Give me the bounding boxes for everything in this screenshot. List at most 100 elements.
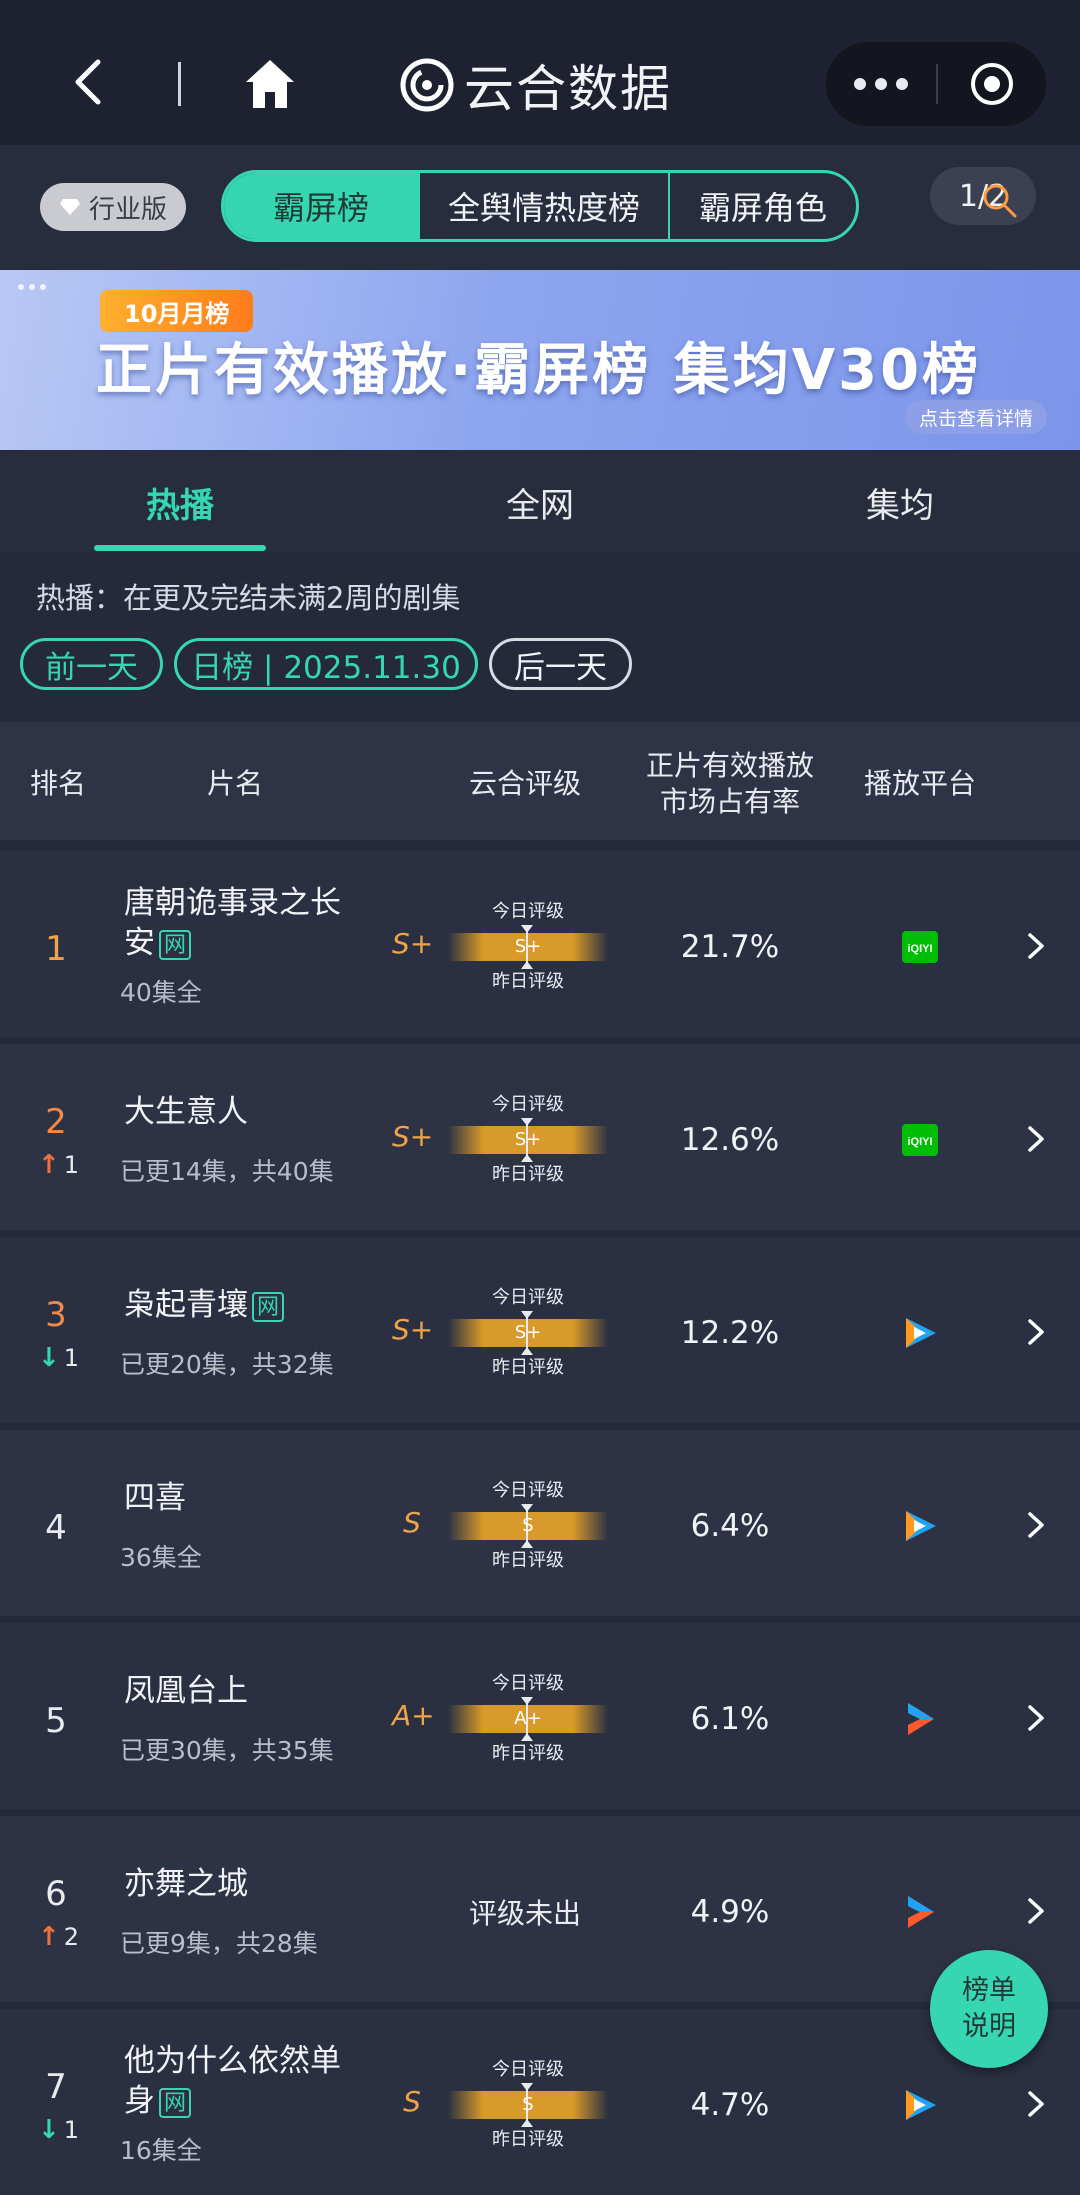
- help-button-line1: 榜单: [962, 1975, 1016, 2006]
- help-button-line2: 说明: [962, 2011, 1016, 2042]
- banner-detail-button[interactable]: 点击查看详情: [905, 400, 1048, 434]
- tencent-platform-icon: [900, 1313, 940, 1353]
- episode-info: 40集全: [120, 978, 202, 1007]
- drama-title[interactable]: 四喜: [124, 1478, 364, 1518]
- date-selector[interactable]: 日榜 | 2025.11.30: [174, 638, 478, 690]
- chevron-left-icon: [75, 59, 101, 105]
- rating-bar-value: S: [522, 2094, 534, 2115]
- rank-number: 3: [45, 1295, 67, 1335]
- drama-title[interactable]: 亦舞之城: [124, 1864, 364, 1904]
- tab-bar: 热播 全网 集均: [0, 450, 1080, 552]
- web-drama-badge: 网: [159, 929, 191, 960]
- header-share-line2: 市场占有率: [659, 785, 800, 818]
- header-rank: 排名: [29, 767, 86, 800]
- table-row[interactable]: 6 ↑ 2 亦舞之城 已更9集，共28集 评级未出 4.9%: [0, 1816, 1080, 2002]
- drama-title-text: 四喜: [124, 1480, 186, 1516]
- segment-dominant-screen[interactable]: 霸屏榜: [224, 173, 418, 239]
- drama-title-text: 凤凰台上: [124, 1673, 248, 1709]
- rating-bar-value: S+: [514, 936, 542, 957]
- mini-program-capsule: [826, 42, 1046, 126]
- drama-title[interactable]: 枭起青壤网: [124, 1285, 364, 1325]
- brand-name: 云合数据: [464, 60, 672, 118]
- iqiyi-platform-icon: iQIYI: [900, 927, 940, 967]
- rating-grade: S+: [392, 1313, 434, 1346]
- target-icon[interactable]: [938, 42, 1046, 126]
- drama-title[interactable]: 大生意人: [124, 1092, 364, 1132]
- rating-comparison: 今日评级 S+ 昨日评级: [448, 1281, 608, 1381]
- rating-grade: S: [403, 2085, 421, 2118]
- table-row[interactable]: 5 凤凰台上 已更30集，共35集 A+ 今日评级 A+ 昨日评级 6.1%: [0, 1623, 1080, 1809]
- arrow-down-icon: ↓: [38, 2115, 60, 2145]
- table-row[interactable]: 7 ↓ 1 他为什么依然单身网 16集全 S 今日评级 S 昨日评级 4.7%: [0, 2009, 1080, 2195]
- tab-active-underline: [94, 545, 266, 551]
- rank-number: 6: [45, 1874, 67, 1914]
- rank-change-value: 1: [63, 1344, 80, 1372]
- tab-all-network[interactable]: 全网: [506, 478, 574, 527]
- episode-info: 已更14集，共40集: [120, 1157, 334, 1186]
- header-share-line1: 正片有效播放: [645, 749, 814, 782]
- rating-comparison: 今日评级 A+ 昨日评级: [448, 1667, 608, 1767]
- rank-change: ↓ 1: [38, 2115, 79, 2145]
- rank-change: ↑ 2: [38, 1922, 79, 1952]
- market-share: 21.7%: [680, 929, 780, 965]
- drama-title-text: 亦舞之城: [124, 1866, 248, 1902]
- chevron-right-icon[interactable]: [1024, 1510, 1048, 1540]
- back-button[interactable]: [60, 52, 120, 112]
- rating-pending: 评级未出: [468, 1897, 581, 1930]
- chevron-right-icon[interactable]: [1024, 1317, 1048, 1347]
- promo-banner[interactable]: 10月月榜 正片有效播放·霸屏榜 集均V30榜 点击查看详情: [0, 270, 1080, 450]
- ranking-help-button[interactable]: 榜单 说明: [930, 1950, 1048, 2068]
- table-header: 排名 片名 云合评级 正片有效播放 市场占有率 播放平台: [0, 722, 1080, 840]
- tencent-platform-icon: [900, 1506, 940, 1546]
- tencent-platform-icon: [900, 2085, 940, 2125]
- rating-bar: S: [448, 2083, 608, 2127]
- rating-today-label: 今日评级: [492, 1673, 564, 1694]
- table-row[interactable]: 3 ↓ 1 枭起青壤网已更20集，共32集 S+ 今日评级 S+ 昨日评级 12.2%: [0, 1237, 1080, 1423]
- rating-bar: S: [448, 1504, 608, 1548]
- drama-title[interactable]: 唐朝诡事录之长安网: [124, 883, 364, 963]
- web-drama-badge: 网: [252, 1291, 284, 1322]
- previous-day-button[interactable]: 前一天: [20, 638, 163, 690]
- table-row[interactable]: 1 唐朝诡事录之长安网 40集全 S+ 今日评级 S+ 昨日评级 21.7% iQIYI: [0, 851, 1080, 1037]
- segment-sentiment-heat[interactable]: 全舆情热度榜: [418, 173, 668, 239]
- search-icon[interactable]: [980, 181, 1020, 221]
- rating-yesterday-label: 昨日评级: [492, 1357, 564, 1378]
- rank-number: 7: [45, 2067, 67, 2107]
- rank-number: 1: [45, 929, 67, 969]
- rating-today-label: 今日评级: [492, 1094, 564, 1115]
- market-share: 12.6%: [680, 1122, 780, 1158]
- segment-dominant-role[interactable]: 霸屏角色: [668, 173, 856, 239]
- rating-grade: A+: [392, 1699, 435, 1732]
- chevron-right-icon[interactable]: [1024, 2089, 1048, 2119]
- rank-change: ↑ 1: [38, 1150, 79, 1180]
- chevron-right-icon[interactable]: [1024, 1124, 1048, 1154]
- tab-hot[interactable]: 热播: [146, 478, 214, 527]
- header-rating: 云合评级: [468, 767, 581, 800]
- drama-title[interactable]: 他为什么依然单身网: [124, 2041, 364, 2121]
- industry-version-badge[interactable]: 行业版: [40, 183, 186, 231]
- home-icon[interactable]: [242, 56, 298, 112]
- episode-info: 已更30集，共35集: [120, 1736, 334, 1765]
- rating-comparison: 今日评级 S+ 昨日评级: [448, 1088, 608, 1188]
- rating-today-label: 今日评级: [492, 901, 564, 922]
- more-dots-icon[interactable]: [826, 42, 936, 126]
- market-share: 4.9%: [690, 1894, 770, 1930]
- rating-bar: S+: [448, 1311, 608, 1355]
- drama-title[interactable]: 凤凰台上: [124, 1671, 364, 1711]
- chevron-right-icon[interactable]: [1024, 931, 1048, 961]
- rank-number: 5: [45, 1701, 67, 1741]
- chevron-right-icon[interactable]: [1024, 1896, 1048, 1926]
- next-day-button[interactable]: 后一天: [489, 638, 632, 690]
- tab-per-episode[interactable]: 集均: [866, 478, 934, 527]
- rating-bar-value: A+: [514, 1708, 542, 1729]
- chevron-right-icon[interactable]: [1024, 1703, 1048, 1733]
- svg-text:iQIYI: iQIYI: [907, 943, 932, 955]
- rating-comparison: 今日评级 S 昨日评级: [448, 1474, 608, 1574]
- list-description: 热播：在更及完结未满2周的剧集: [36, 581, 461, 615]
- rank-number: 2: [45, 1102, 67, 1142]
- brand: 云合数据: [400, 50, 672, 120]
- table-row[interactable]: 2 ↑ 1 大生意人 已更14集，共40集 S+ 今日评级 S+ 昨日评级 12.6% iQIYI: [0, 1044, 1080, 1230]
- nav-divider: [178, 62, 181, 106]
- table-row[interactable]: 4 四喜 36集全 S 今日评级 S 昨日评级 6.4%: [0, 1430, 1080, 1616]
- web-drama-badge: 网: [159, 2087, 191, 2118]
